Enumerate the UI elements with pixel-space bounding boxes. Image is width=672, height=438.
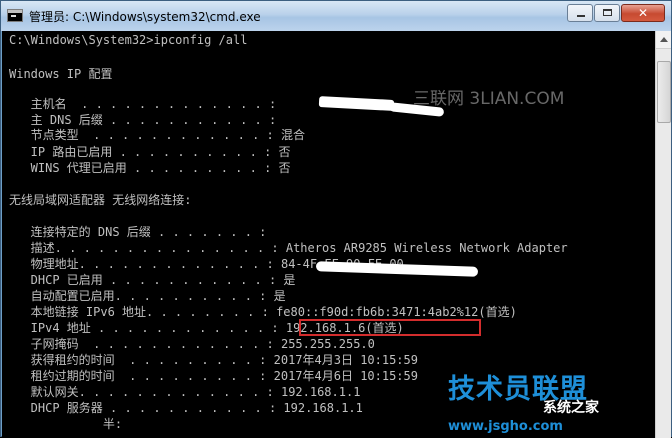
watermark-jsgho-sub: 系统之家 <box>543 400 599 416</box>
console-line: 无线局域网适配器 无线网络连接: <box>9 193 192 207</box>
minimize-button[interactable] <box>567 4 593 22</box>
maximize-icon <box>603 9 612 16</box>
scrollbar-thumb[interactable] <box>657 61 671 123</box>
mac-redaction <box>315 261 479 277</box>
console-line: C:\Windows\System32>ipconfig /all <box>9 33 248 47</box>
scroll-up-arrow-icon[interactable] <box>656 31 671 49</box>
console-line: 自动配置已启用. . . . . . . . . . : 是 <box>9 289 286 303</box>
console-line: IP 路由已启用 . . . . . . . . . . : 否 <box>9 145 291 159</box>
console-line: DHCP 服务器 . . . . . . . . . . . : 192.168… <box>9 401 363 415</box>
vertical-scrollbar[interactable] <box>655 31 671 438</box>
close-button[interactable]: ✕ <box>621 4 665 22</box>
minimize-icon <box>577 15 585 17</box>
watermark-jsgho-url: www.jsgho.com <box>448 419 563 434</box>
console-line: 获得租约的时间 . . . . . . . . . : 2017年4月3日 10… <box>9 353 418 367</box>
console-line: Windows IP 配置 <box>9 67 113 81</box>
console-line: 主 DNS 后缀 . . . . . . . . . . . : <box>9 113 284 127</box>
console-line: 默认网关. . . . . . . . . . . . . : 192.168.… <box>9 385 361 399</box>
ipv4-highlight-box <box>299 319 481 336</box>
console-line: 子网掩码 . . . . . . . . . . . . : 255.255.2… <box>9 337 375 351</box>
console-line: 租约过期的时间 . . . . . . . . . : 2017年4月6日 10… <box>9 369 418 383</box>
watermark-3lian: 三联网 3LIAN.COM <box>413 89 565 109</box>
window-controls: ✕ <box>566 4 665 22</box>
console-line: 本地链接 IPv6 地址. . . . . . . . : fe80::f90d… <box>9 305 517 319</box>
maximize-button[interactable] <box>594 4 620 22</box>
console-line: 节点类型 . . . . . . . . . . . . : 混合 <box>9 128 305 142</box>
console-line: WINS 代理已启用 . . . . . . . . . : 否 <box>9 161 291 175</box>
console-line: 描述. . . . . . . . . . . . . . . : Athero… <box>9 241 568 255</box>
console-line: 连接特定的 DNS 后缀 . . . . . . . : <box>9 225 274 239</box>
console-line: 半: <box>9 417 123 431</box>
console-line: DHCP 已启用 . . . . . . . . . . . : 是 <box>9 273 296 287</box>
console-line: 主机名 . . . . . . . . . . . . . : <box>9 97 284 111</box>
hostname-redaction <box>318 96 395 111</box>
close-icon: ✕ <box>637 6 649 20</box>
cmd-app-icon[interactable] <box>7 9 23 22</box>
cmd-window: 管理员: C:\Windows\system32\cmd.exe ✕ C:\Wi… <box>0 0 672 438</box>
title-bar[interactable]: 管理员: C:\Windows\system32\cmd.exe ✕ <box>1 1 671 31</box>
window-title: 管理员: C:\Windows\system32\cmd.exe <box>29 10 261 24</box>
